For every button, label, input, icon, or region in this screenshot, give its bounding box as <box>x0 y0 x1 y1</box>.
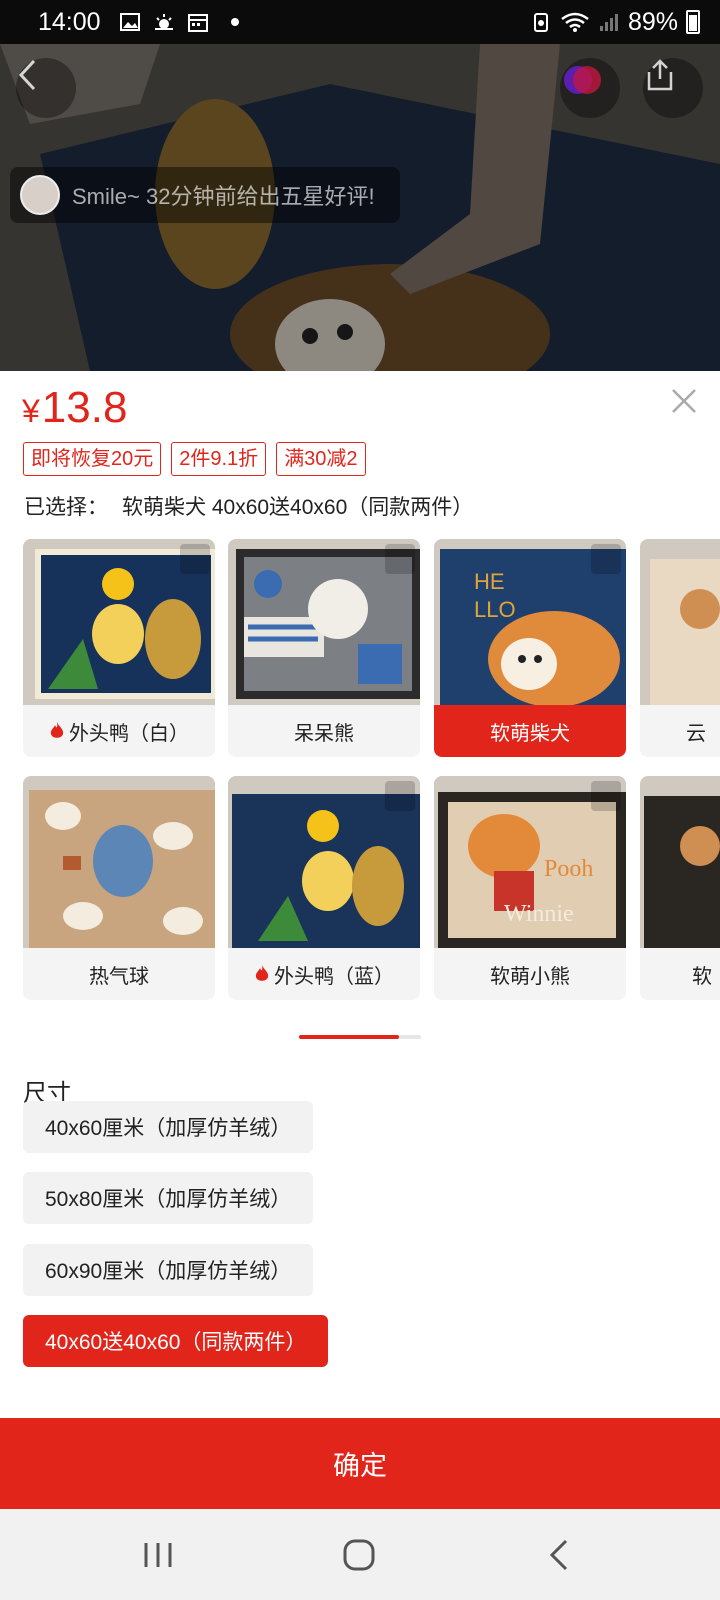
price-amount: 13.8 <box>41 383 128 432</box>
battery-icon <box>686 10 700 34</box>
expand-icon[interactable] <box>385 544 415 574</box>
size-option-selected[interactable]: 40x60送40x60（同款两件） <box>23 1315 329 1367</box>
reviewer-avatar <box>20 175 60 215</box>
expand-icon[interactable] <box>591 544 621 574</box>
recycle-icon <box>533 13 548 32</box>
variant-card[interactable]: Pooh Winnie 软萌小熊 <box>434 776 626 1000</box>
close-icon[interactable] <box>670 387 698 415</box>
sku-selector-sheet: ¥ 13.8 即将恢复20元 2件9.1折 满30减2 已选择： 软萌柴犬 40x… <box>0 371 720 1418</box>
variant-card[interactable]: 热气球 <box>23 776 215 1000</box>
product-photo: Smile~ 32分钟前给出五星好评! <box>0 44 720 371</box>
calendar-icon <box>187 14 208 32</box>
price-currency: ¥ <box>22 393 40 429</box>
review-ticker-text: Smile~ 32分钟前给出五星好评! <box>72 184 375 209</box>
variant-scroll-indicator <box>299 1035 421 1039</box>
back-nav-icon[interactable] <box>540 1537 580 1573</box>
promo-tag: 2件9.1折 <box>171 442 267 476</box>
variant-thumbnail <box>23 539 215 705</box>
share-button[interactable] <box>643 58 703 118</box>
variant-card[interactable]: 呆呆熊 <box>228 539 420 757</box>
size-option[interactable]: 60x90厘米（加厚仿羊绒） <box>23 1244 314 1296</box>
status-bar: 14:00 89% <box>0 0 720 44</box>
size-option[interactable]: 50x80厘米（加厚仿羊绒） <box>23 1172 314 1224</box>
variant-label: 软 <box>640 948 720 1000</box>
variant-label: 软萌小熊 <box>434 948 626 1000</box>
promo-tags: 即将恢复20元 2件9.1折 满30减2 <box>23 442 366 476</box>
variant-card[interactable]: 外头鸭（蓝） <box>228 776 420 1000</box>
back-button[interactable] <box>16 58 76 118</box>
variant-thumbnail <box>228 539 420 705</box>
review-ticker: Smile~ 32分钟前给出五星好评! <box>10 167 400 223</box>
variant-label-text: 热气球 <box>89 965 149 988</box>
variant-card[interactable]: 外头鸭（白） <box>23 539 215 757</box>
variant-label-text: 软萌柴犬 <box>490 722 570 745</box>
variant-label: 外头鸭（蓝） <box>228 948 420 1000</box>
share-icon <box>647 59 673 91</box>
clock: 14:00 <box>38 7 101 36</box>
shop-avatar-button[interactable] <box>560 58 620 118</box>
home-icon[interactable] <box>339 1537 379 1573</box>
gallery-icon <box>119 13 140 31</box>
svg-text:HE: HE <box>474 569 505 594</box>
promo-tag: 即将恢复20元 <box>23 442 162 476</box>
variant-scroll-thumb <box>299 1035 399 1039</box>
variant-thumbnail: HE LLO <box>434 539 626 705</box>
selection-label: 已选择： <box>24 496 108 519</box>
expand-icon[interactable] <box>385 781 415 811</box>
wifi-icon <box>561 12 589 32</box>
variant-thumbnail <box>640 539 720 705</box>
size-option[interactable]: 40x60厘米（加厚仿羊绒） <box>23 1101 314 1153</box>
variant-thumbnail: Pooh Winnie <box>434 776 626 948</box>
svg-text:Pooh: Pooh <box>544 856 593 882</box>
price: ¥ 13.8 <box>22 383 127 433</box>
notification-dot-icon <box>230 18 239 26</box>
variant-label: 软萌柴犬 <box>434 705 626 757</box>
selection-summary: 已选择： 软萌柴犬 40x60送40x60（同款两件） <box>24 491 473 521</box>
system-nav-bar <box>0 1509 720 1600</box>
variant-card[interactable]: 云 <box>640 539 720 757</box>
variant-label-text: 软 <box>692 965 712 988</box>
selection-value: 软萌柴犬 40x60送40x60（同款两件） <box>122 496 474 519</box>
variant-card[interactable]: 软 <box>640 776 720 1000</box>
hot-fire-icon <box>50 722 64 738</box>
variant-label-text: 外头鸭（蓝） <box>274 965 394 988</box>
variant-label: 云 <box>640 705 720 757</box>
variant-thumbnail <box>228 776 420 948</box>
confirm-button[interactable]: 确定 <box>0 1418 720 1509</box>
weather-icon <box>154 14 173 30</box>
variant-label-text: 云 <box>686 722 706 745</box>
variant-label-text: 软萌小熊 <box>490 965 570 988</box>
variant-label: 热气球 <box>23 948 215 1000</box>
signal-icon <box>599 14 618 31</box>
battery-percent: 89% <box>627 7 678 36</box>
recent-apps-icon[interactable] <box>138 1537 178 1573</box>
expand-icon[interactable] <box>591 781 621 811</box>
promo-tag: 满30减2 <box>276 442 366 476</box>
variant-grid: 外头鸭（白） 呆呆熊 HE LLO 软萌柴犬 云 热气球 外头鸭（蓝） Pooh… <box>23 539 720 1009</box>
variant-label: 外头鸭（白） <box>23 705 215 757</box>
expand-icon[interactable] <box>180 544 210 574</box>
variant-thumbnail <box>23 776 215 948</box>
chevron-left-icon <box>18 59 36 91</box>
hot-fire-icon <box>255 965 269 981</box>
shop-logo-icon <box>564 66 601 94</box>
variant-thumbnail <box>640 776 720 948</box>
variant-label: 呆呆熊 <box>228 705 420 757</box>
svg-text:Winnie: Winnie <box>504 901 574 927</box>
variant-card-selected[interactable]: HE LLO 软萌柴犬 <box>434 539 626 757</box>
svg-text:LLO: LLO <box>474 597 516 622</box>
variant-label-text: 呆呆熊 <box>294 722 354 745</box>
variant-label-text: 外头鸭（白） <box>69 722 189 745</box>
